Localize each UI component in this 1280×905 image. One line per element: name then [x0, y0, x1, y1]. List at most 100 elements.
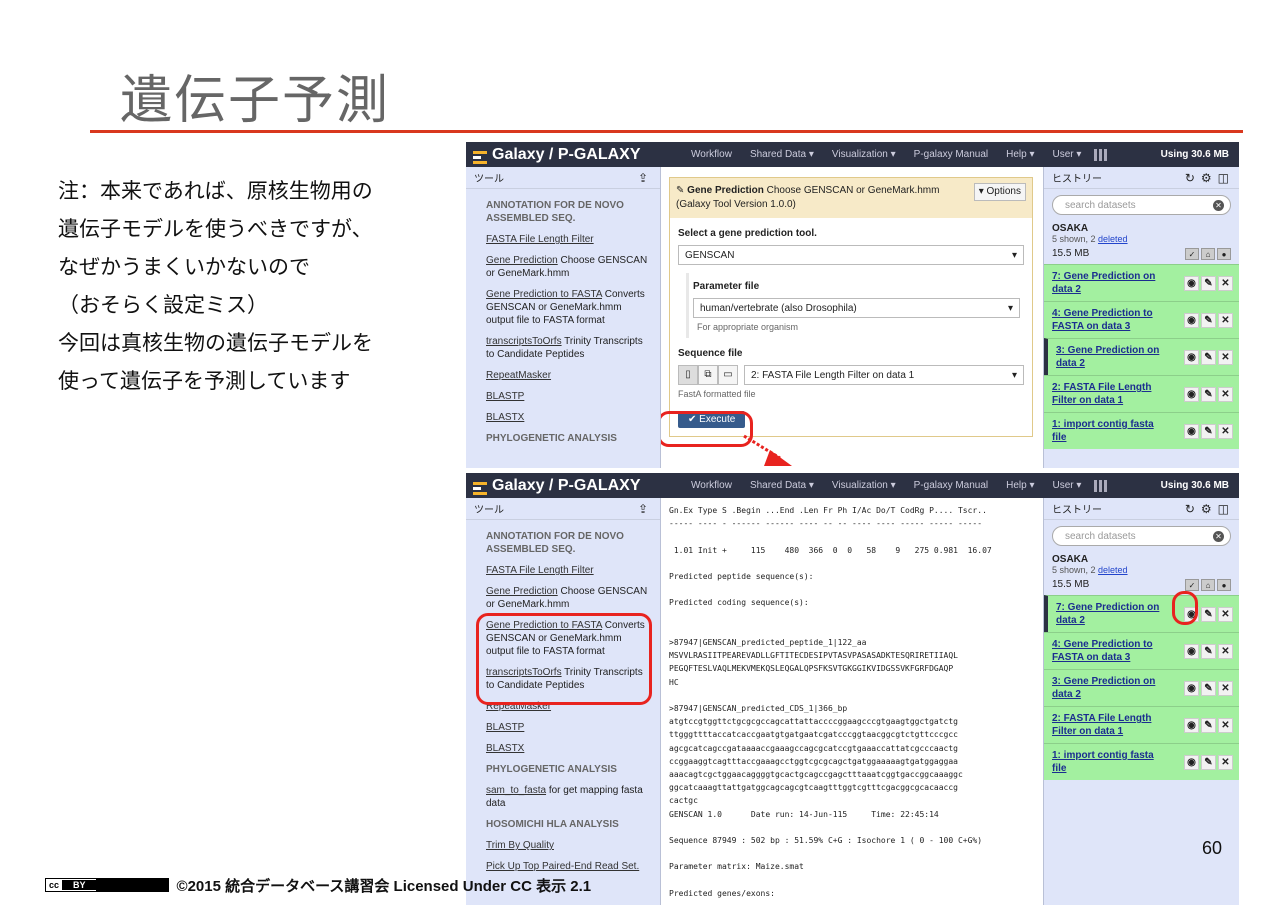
columns-icon[interactable]: ◫ — [1218, 502, 1229, 516]
masthead: Galaxy / P-GALAXY Workflow Shared Data ▾… — [466, 473, 1239, 498]
dataset-item[interactable]: 4: Gene Prediction to FASTA on data 3 ◉ ✎ ✕ — [1044, 632, 1239, 669]
dataset-item[interactable]: 7: Gene Prediction on data 2 ◉ ✎ ✕ — [1044, 264, 1239, 301]
nav-shared-data[interactable]: Shared Data ▾ — [741, 480, 823, 491]
tool-item[interactable]: sam_to_fasta for get mapping fasta data — [486, 784, 650, 810]
masthead-nav: Workflow Shared Data ▾ Visualization ▾ P… — [682, 480, 1090, 491]
nav-shared-data[interactable]: Shared Data ▾ — [741, 149, 823, 160]
gear-icon[interactable]: ⚙ — [1201, 171, 1212, 185]
quota-usage: Using 30.6 MB — [1160, 149, 1229, 160]
apps-grid-icon[interactable] — [1094, 479, 1109, 492]
delete-icon: ✕ — [1218, 312, 1233, 328]
gear-icon[interactable]: ⚙ — [1201, 502, 1212, 516]
columns-icon[interactable]: ◫ — [1218, 171, 1229, 185]
upload-icon[interactable]: ⇪ — [638, 502, 648, 516]
upload-icon[interactable]: ⇪ — [638, 171, 648, 185]
nav-help[interactable]: Help ▾ — [997, 480, 1043, 491]
tool-item[interactable]: transcriptsToOrfs Trinity Transcripts to… — [486, 335, 650, 361]
tool-item[interactable]: BLASTP — [486, 721, 650, 734]
nav-user[interactable]: User ▾ — [1044, 480, 1091, 491]
dataset-item[interactable]: 2: FASTA File Length Filter on data 1 ◉ ✎ ✕ — [1044, 375, 1239, 412]
tool-item[interactable]: FASTA File Length Filter — [486, 564, 650, 577]
nav-manual[interactable]: P-galaxy Manual — [905, 480, 997, 491]
tool-item[interactable]: BLASTX — [486, 742, 650, 755]
history-size-row: 15.5 MB ✓ ⌂ ● — [1044, 575, 1239, 595]
sequence-select[interactable]: 2: FASTA File Length Filter on data 1 ▾ — [744, 365, 1024, 385]
param-label: Parameter file — [693, 281, 760, 292]
dataset-item[interactable]: 1: import contig fasta file ◉ ✎ ✕ — [1044, 743, 1239, 780]
tag-icon[interactable]: ⌂ — [1201, 579, 1215, 591]
tag-icon[interactable]: ⌂ — [1201, 248, 1215, 260]
history-title: ヒストリー — [1052, 174, 1102, 185]
nav-workflow[interactable]: Workflow — [682, 480, 741, 491]
folder-icon[interactable]: ▭ — [718, 365, 738, 385]
delete-icon: ✕ — [1218, 717, 1233, 733]
history-name[interactable]: OSAKA — [1044, 221, 1239, 234]
galaxy-logo-icon — [473, 481, 487, 495]
note-line: 使って遺伝子を予測しています — [58, 369, 351, 393]
nav-workflow[interactable]: Workflow — [682, 149, 741, 160]
dataset-item[interactable]: 3: Gene Prediction on data 2 ◉ ✎ ✕ — [1044, 338, 1239, 375]
sequence-row: ▯ ⧉ ▭ 2: FASTA File Length Filter on dat… — [678, 365, 1024, 385]
tool-select[interactable]: GENSCAN ▾ — [678, 245, 1024, 265]
refresh-icon[interactable]: ↻ — [1185, 171, 1195, 185]
history-counts: 5 shown, 2 deleted — [1052, 565, 1128, 575]
refresh-icon[interactable]: ↻ — [1185, 502, 1195, 516]
dataset-item[interactable]: 3: Gene Prediction on data 2 ◉ ✎ ✕ — [1044, 669, 1239, 706]
tool-item[interactable]: Gene Prediction Choose GENSCAN or GeneMa… — [486, 585, 650, 611]
dataset-item[interactable]: 1: import contig fasta file ◉ ✎ ✕ — [1044, 412, 1239, 449]
tool-item[interactable]: Gene Prediction Choose GENSCAN or GeneMa… — [486, 254, 650, 280]
tool-section: HOSOMICHI HLA ANALYSIS — [486, 819, 619, 830]
tool-item[interactable]: Trim By Quality — [486, 839, 650, 852]
select-icon[interactable]: ✓ — [1185, 248, 1199, 260]
pencil-icon: ✎ — [1201, 717, 1216, 733]
nav-user[interactable]: User ▾ — [1044, 149, 1091, 160]
select-icon[interactable]: ✓ — [1185, 579, 1199, 591]
pencil-icon: ✎ — [1201, 680, 1216, 696]
history-search[interactable]: search datasets ✕ — [1052, 526, 1231, 546]
tool-item[interactable]: FASTA File Length Filter — [486, 233, 650, 246]
nav-help[interactable]: Help ▾ — [997, 149, 1043, 160]
center-panel: Gn.Ex Type S .Begin ...End .Len Fr Ph I/… — [661, 498, 1043, 905]
nav-manual[interactable]: P-galaxy Manual — [905, 149, 997, 160]
galaxy-brand[interactable]: Galaxy / P-GALAXY — [466, 477, 682, 495]
nav-visualization[interactable]: Visualization ▾ — [823, 149, 905, 160]
eye-highlight — [1172, 591, 1198, 625]
tool-item[interactable]: BLASTX — [486, 411, 650, 424]
dataset-item[interactable]: 2: FASTA File Length Filter on data 1 ◉ ✎ ✕ — [1044, 706, 1239, 743]
delete-icon: ✕ — [1218, 349, 1233, 365]
nav-visualization[interactable]: Visualization ▾ — [823, 480, 905, 491]
tool-item[interactable]: Pick Up Top Paired-End Read Set. — [486, 860, 650, 873]
history-size-row: 15.5 MB ✓ ⌂ ● — [1044, 244, 1239, 264]
comment-icon[interactable]: ● — [1217, 248, 1231, 260]
param-select[interactable]: human/vertebrate (also Drosophila) ▾ — [693, 298, 1020, 318]
apps-grid-icon[interactable] — [1094, 148, 1109, 161]
tool-highlight — [476, 613, 652, 705]
history-search[interactable]: search datasets ✕ — [1052, 195, 1231, 215]
eye-icon: ◉ — [1184, 643, 1199, 659]
tool-item[interactable]: RepeatMasker — [486, 369, 650, 382]
footer-text: ©2015 統合データベース講習会 Licensed Under CC 表示 2… — [176, 877, 592, 895]
note-line: （おそらく設定ミス） — [58, 293, 268, 317]
single-file-icon[interactable]: ▯ — [678, 365, 698, 385]
tool-item[interactable]: BLASTP — [486, 390, 650, 403]
options-button[interactable]: ▾ Options — [973, 183, 1026, 201]
footer: cc BY ©2015 統合データベース講習会 Licensed Under CC… — [45, 874, 591, 896]
tool-panel: ツール ⇪ ANNOTATION FOR DE NOVO ASSEMBLED SE… — [466, 167, 661, 468]
tool-item[interactable]: Gene Prediction to FASTA Converts GENSCA… — [486, 288, 650, 327]
cc-bar — [96, 878, 169, 892]
eye-icon: ◉ — [1184, 275, 1199, 291]
eye-icon: ◉ — [1184, 680, 1199, 696]
dataset-item[interactable]: 4: Gene Prediction to FASTA on data 3 ◉ ✎ ✕ — [1044, 301, 1239, 338]
quota-usage: Using 30.6 MB — [1160, 480, 1229, 491]
history-name[interactable]: OSAKA — [1044, 552, 1239, 565]
eye-icon: ◉ — [1184, 754, 1199, 770]
galaxy-brand[interactable]: Galaxy / P-GALAXY — [466, 146, 682, 164]
multi-file-icon[interactable]: ⧉ — [698, 365, 718, 385]
sequence-label: Sequence file — [678, 348, 743, 359]
cc-by-icon: cc BY — [45, 878, 97, 892]
dataset-item[interactable]: 7: Gene Prediction on data 2 ◉ ✎ ✕ — [1044, 591, 1239, 632]
delete-icon: ✕ — [1218, 386, 1233, 402]
wrench-icon: ✎ — [676, 185, 685, 196]
center-panel: ✎ Gene Prediction Choose GENSCAN or Gene… — [661, 167, 1043, 468]
comment-icon[interactable]: ● — [1217, 579, 1231, 591]
